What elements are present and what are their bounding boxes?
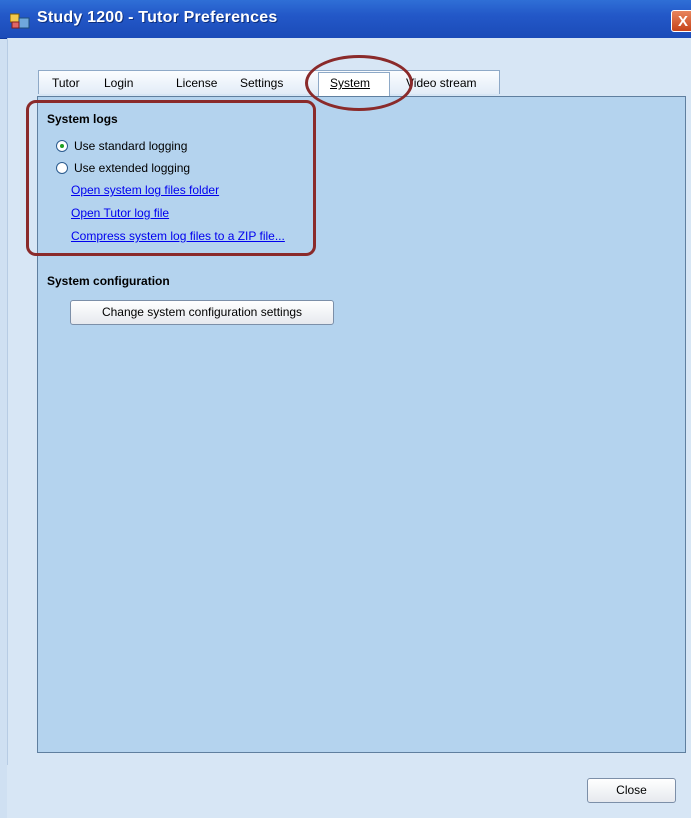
system-configuration-title: System configuration [47, 274, 170, 288]
annotation-rectangle [26, 100, 316, 256]
title-bar[interactable]: Study 1200 - Tutor Preferences X [0, 0, 691, 39]
tab-settings[interactable]: Settings [240, 76, 304, 94]
close-icon[interactable]: X [671, 10, 691, 32]
window-title: Study 1200 - Tutor Preferences [37, 9, 278, 26]
tab-tutor[interactable]: Tutor [52, 76, 80, 94]
close-button[interactable]: Close [587, 778, 676, 803]
tab-license[interactable]: License [176, 76, 217, 94]
tab-video-stream[interactable]: Video stream [406, 76, 476, 94]
change-config-button[interactable]: Change system configuration settings [70, 300, 334, 325]
annotation-ellipse [305, 55, 413, 111]
app-icon [10, 13, 30, 29]
tab-login[interactable]: Login [104, 76, 133, 94]
preferences-window: Study 1200 - Tutor Preferences X Tutor L… [0, 0, 691, 818]
